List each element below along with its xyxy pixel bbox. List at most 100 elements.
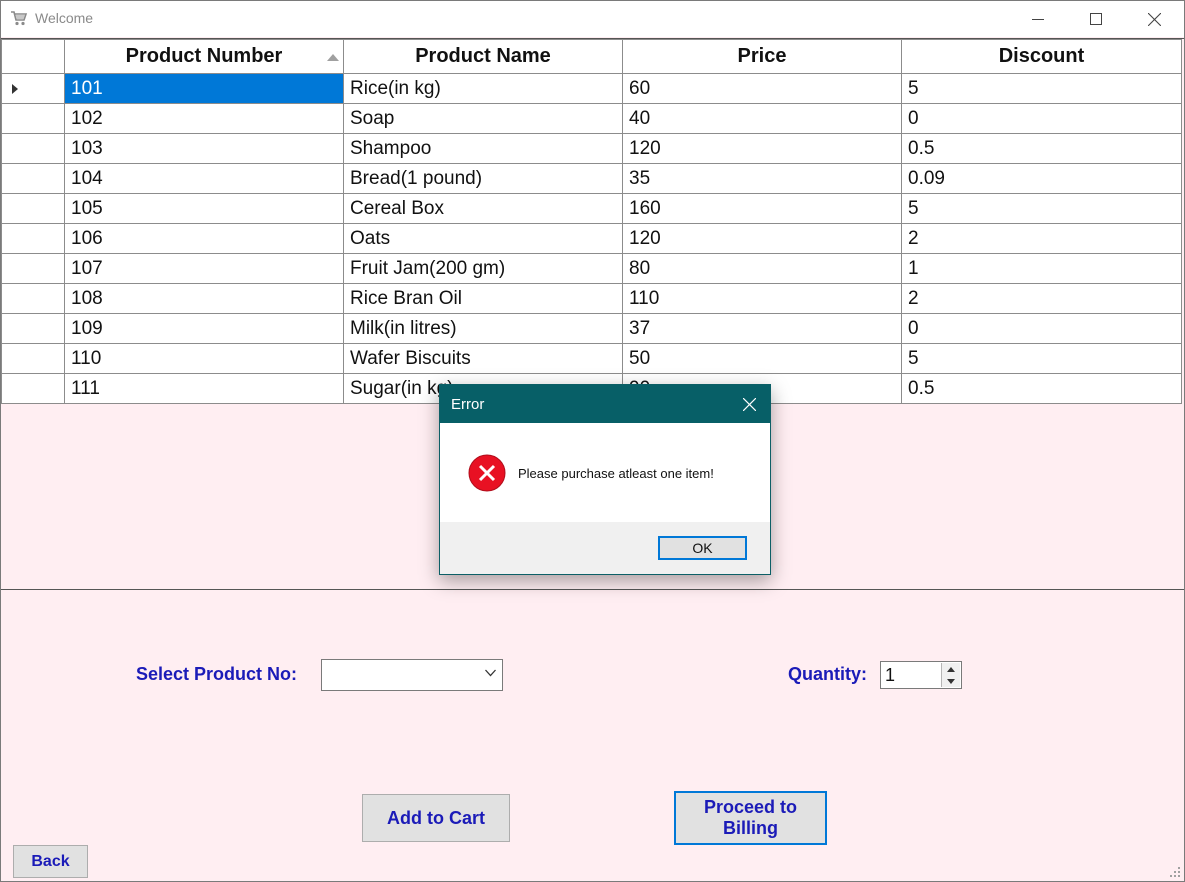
cell-price[interactable]: 120 [622,133,902,164]
cell-product-number[interactable]: 106 [64,223,344,254]
minimize-button[interactable] [1009,1,1067,37]
cell-product-name[interactable]: Soap [343,103,623,134]
column-header-product-number[interactable]: Product Number [64,39,344,74]
cell-product-number[interactable]: 102 [64,103,344,134]
table-row[interactable]: 110 Wafer Biscuits 50 5 [1,343,1182,374]
quantity-value: 1 [885,665,896,685]
cell-product-name[interactable]: Oats [343,223,623,254]
column-header-product-name[interactable]: Product Name [343,39,623,74]
cell-price[interactable]: 110 [622,283,902,314]
row-header[interactable] [1,193,65,224]
dialog-title: Error [451,396,485,413]
back-label: Back [31,853,70,870]
maximize-icon [1090,13,1102,25]
row-header[interactable] [1,313,65,344]
cell-discount[interactable]: 0 [901,103,1182,134]
cell-product-number[interactable]: 104 [64,163,344,194]
column-header-label: Price [737,45,787,67]
table-row[interactable]: 107 Fruit Jam(200 gm) 80 1 [1,253,1182,284]
table-row[interactable]: 103 Shampoo 120 0.5 [1,133,1182,164]
table-row[interactable]: 108 Rice Bran Oil 110 2 [1,283,1182,314]
cell-product-name[interactable]: Wafer Biscuits [343,343,623,374]
row-header[interactable] [1,283,65,314]
minimize-icon [1032,19,1044,20]
stepper-buttons [941,663,960,687]
dialog-title-bar[interactable]: Error [440,385,770,423]
decrement-button[interactable] [942,675,960,687]
quantity-stepper[interactable]: 1 [880,661,962,689]
row-header[interactable] [1,133,65,164]
cell-product-number[interactable]: 103 [64,133,344,164]
row-header[interactable] [1,73,65,104]
table-row[interactable]: 106 Oats 120 2 [1,223,1182,254]
dialog-close-button[interactable] [734,390,764,418]
cell-product-name[interactable]: Shampoo [343,133,623,164]
cell-product-name[interactable]: Milk(in litres) [343,313,623,344]
table-row[interactable]: 104 Bread(1 pound) 35 0.09 [1,163,1182,194]
cell-discount[interactable]: 0.09 [901,163,1182,194]
product-number-combobox[interactable] [321,659,503,691]
cell-product-number[interactable]: 105 [64,193,344,224]
close-button[interactable] [1125,1,1183,37]
table-row[interactable]: 102 Soap 40 0 [1,103,1182,134]
column-header-label: Discount [998,45,1085,67]
ok-button[interactable]: OK [658,536,747,560]
cell-discount[interactable]: 5 [901,193,1182,224]
table-row[interactable]: 105 Cereal Box 160 5 [1,193,1182,224]
cell-product-number[interactable]: 108 [64,283,344,314]
cell-product-name[interactable]: Bread(1 pound) [343,163,623,194]
cell-product-name[interactable]: Cereal Box [343,193,623,224]
cell-price[interactable]: 37 [622,313,902,344]
cell-product-number[interactable]: 110 [64,343,344,374]
cell-price[interactable]: 50 [622,343,902,374]
row-header-corner[interactable] [1,39,65,74]
row-header[interactable] [1,103,65,134]
cell-discount[interactable]: 2 [901,283,1182,314]
row-header[interactable] [1,163,65,194]
cell-price[interactable]: 40 [622,103,902,134]
select-product-label: Select Product No: [136,664,298,684]
cell-product-number[interactable]: 111 [64,373,344,404]
title-bar[interactable]: Welcome [1,1,1184,37]
cell-product-name[interactable]: Fruit Jam(200 gm) [343,253,623,284]
table-row[interactable]: 101 Rice(in kg) 60 5 [1,73,1182,104]
back-button[interactable]: Back [13,845,88,878]
cell-product-number[interactable]: 109 [64,313,344,344]
cell-price[interactable]: 160 [622,193,902,224]
row-header[interactable] [1,253,65,284]
column-header-discount[interactable]: Discount [901,39,1182,74]
cell-discount[interactable]: 0 [901,313,1182,344]
dialog-footer: OK [440,522,770,574]
cell-product-number[interactable]: 107 [64,253,344,284]
close-icon [1147,12,1161,26]
row-header[interactable] [1,343,65,374]
proceed-to-billing-button[interactable]: Proceed to Billing [674,791,827,845]
error-icon [468,454,506,492]
cell-discount[interactable]: 2 [901,223,1182,254]
cell-product-name[interactable]: Rice(in kg) [343,73,623,104]
row-header[interactable] [1,223,65,254]
add-to-cart-button[interactable]: Add to Cart [362,794,510,842]
cell-discount[interactable]: 0.5 [901,133,1182,164]
proceed-label-line1: Proceed to [703,797,798,817]
row-header[interactable] [1,373,65,404]
cell-product-number[interactable]: 101 [64,73,344,104]
cell-price[interactable]: 80 [622,253,902,284]
arrow-up-icon [947,666,955,672]
cell-product-name[interactable]: Rice Bran Oil [343,283,623,314]
cell-discount[interactable]: 1 [901,253,1182,284]
cell-discount[interactable]: 0.5 [901,373,1182,404]
column-header-price[interactable]: Price [622,39,902,74]
cell-discount[interactable]: 5 [901,343,1182,374]
cell-discount[interactable]: 5 [901,73,1182,104]
cell-price[interactable]: 35 [622,163,902,194]
maximize-button[interactable] [1067,1,1125,37]
cell-price[interactable]: 60 [622,73,902,104]
dialog-message: Please purchase atleast one item! [518,466,714,481]
table-row[interactable]: 109 Milk(in litres) 37 0 [1,313,1182,344]
resize-grip-icon[interactable] [1170,867,1180,877]
products-table: Product Number Product Name Price Discou… [1,39,1182,404]
add-to-cart-label: Add to Cart [387,807,485,828]
column-header-label: Product Name [415,45,551,67]
cell-price[interactable]: 120 [622,223,902,254]
